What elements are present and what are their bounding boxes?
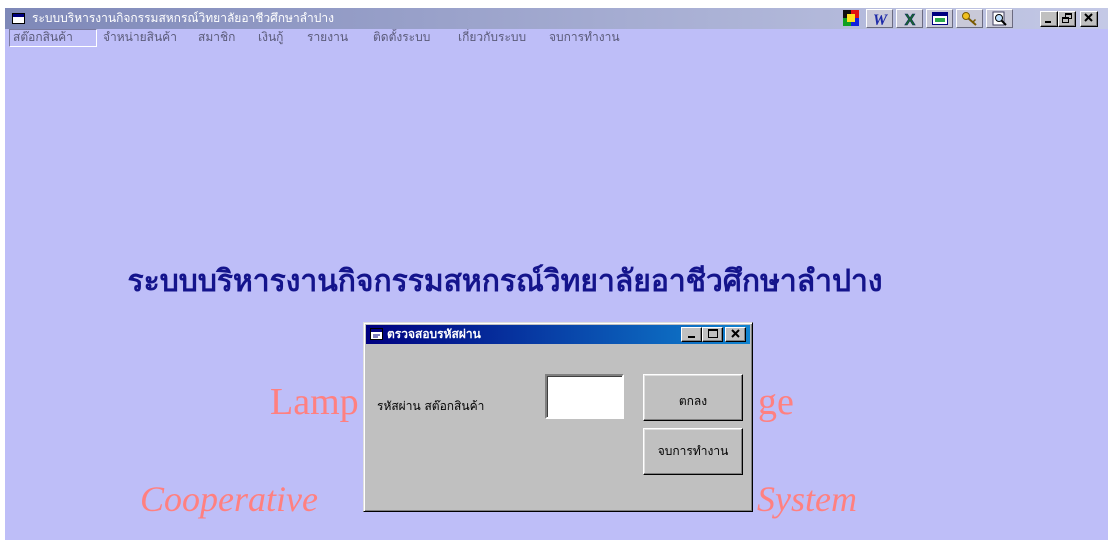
- menu-item-stock[interactable]: สต๊อกสินค้า: [9, 29, 97, 47]
- dialog-title-bar[interactable]: ตรวจสอบรหัสผ่าน: [366, 325, 750, 344]
- word-icon: W: [873, 12, 889, 27]
- dialog-maximize-button[interactable]: [702, 327, 723, 342]
- password-dialog: ตรวจสอบรหัสผ่าน รหัสผ่าน สต๊อกสินค้า ตกล…: [363, 322, 753, 512]
- system-name-start: Cooperative: [140, 479, 318, 519]
- main-title-bar[interactable]: ระบบบริหารงานกิจกรรมสหกรณ์วิทยาลัยอาชีวศ…: [5, 8, 1108, 29]
- splash-heading: ระบบบริหารงานกิจกรรมสหกรณ์วิทยาลัยอาชีวศ…: [127, 264, 883, 299]
- system-name-end: System: [757, 479, 857, 519]
- menu-item-reports[interactable]: รายงาน: [303, 29, 352, 47]
- menu-item-sales[interactable]: จำหน่ายสินค้า: [99, 29, 181, 47]
- close-button[interactable]: [1080, 11, 1098, 27]
- window-button[interactable]: [926, 9, 953, 28]
- restore-button[interactable]: [1058, 11, 1076, 27]
- minimize-button[interactable]: [1040, 11, 1058, 27]
- key-button[interactable]: [956, 9, 983, 28]
- window-icon: [932, 12, 948, 25]
- menu-item-members[interactable]: สมาชิก: [194, 29, 239, 47]
- restore-icon: [1062, 13, 1072, 23]
- search-icon: [992, 11, 1007, 26]
- college-name-start: Lamp: [270, 381, 359, 423]
- word-glyph: W: [873, 12, 889, 27]
- ok-button[interactable]: ตกลง: [643, 374, 743, 421]
- minimize-icon: [1045, 21, 1051, 23]
- dialog-close-button[interactable]: [725, 327, 746, 342]
- close-icon: [731, 329, 740, 338]
- exit-button[interactable]: จบการทำงาน: [643, 428, 743, 475]
- form-icon[interactable]: [370, 328, 383, 340]
- search-button[interactable]: [986, 9, 1013, 28]
- menu-item-setup[interactable]: ติดตั้งระบบ: [369, 29, 434, 47]
- dialog-title: ตรวจสอบรหัสผ่าน: [387, 327, 481, 341]
- password-input[interactable]: [545, 374, 624, 419]
- maximize-icon: [708, 329, 718, 338]
- minimize-icon: [688, 336, 695, 338]
- close-icon: [1084, 13, 1093, 22]
- dialog-minimize-button[interactable]: [681, 327, 702, 342]
- excel-button[interactable]: X: [896, 9, 923, 28]
- office-logo-icon[interactable]: [843, 10, 859, 26]
- main-window: ระบบบริหารงานกิจกรรมสหกรณ์วิทยาลัยอาชีวศ…: [5, 8, 1108, 540]
- menu-bar: สต๊อกสินค้า จำหน่ายสินค้า สมาชิก เงินกู้…: [5, 29, 1108, 47]
- menu-item-loans[interactable]: เงินกู้: [254, 29, 287, 47]
- app-icon[interactable]: [12, 13, 25, 24]
- window-title: ระบบบริหารงานกิจกรรมสหกรณ์วิทยาลัยอาชีวศ…: [32, 11, 334, 25]
- key-icon: [962, 12, 977, 26]
- excel-icon: X: [904, 12, 916, 27]
- college-name-end: ge: [758, 381, 794, 423]
- word-button[interactable]: W: [866, 9, 893, 28]
- excel-glyph: X: [905, 12, 916, 27]
- password-label: รหัสผ่าน สต๊อกสินค้า: [377, 399, 485, 413]
- menu-item-exit[interactable]: จบการทำงาน: [545, 29, 624, 47]
- menu-item-about[interactable]: เกี่ยวกับระบบ: [454, 29, 530, 47]
